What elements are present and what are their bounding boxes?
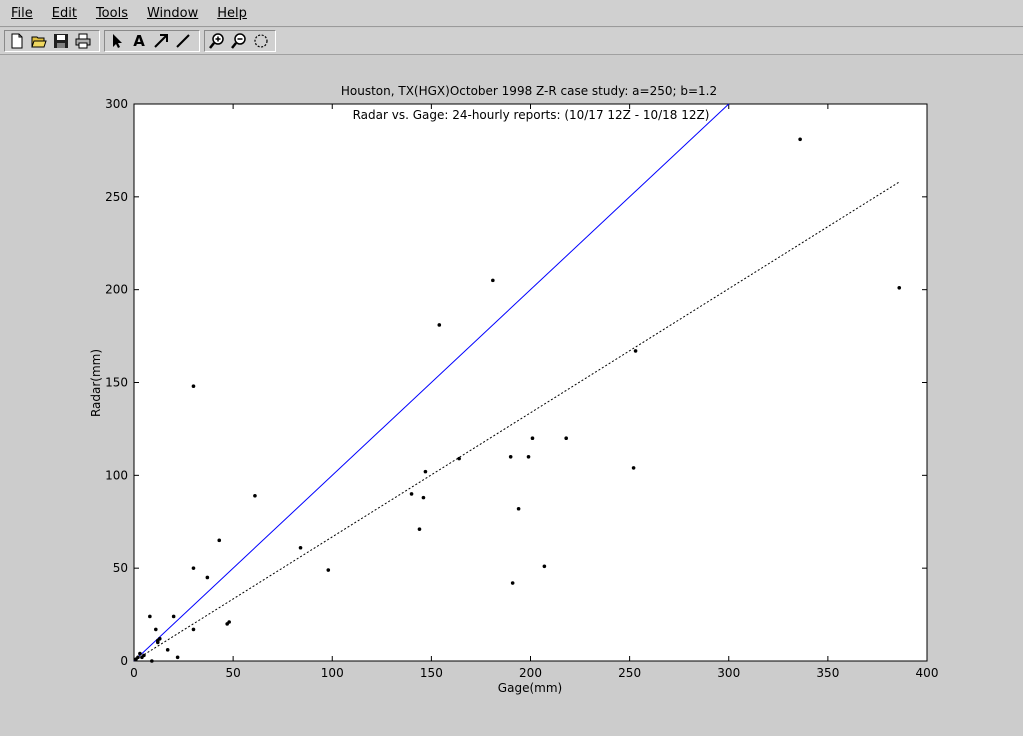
zoom-out-icon (231, 33, 246, 49)
y-tick-label: 0 (120, 654, 128, 668)
insert-text-button[interactable]: A (129, 31, 149, 51)
chart-subtitle: Radar vs. Gage: 24-hourly reports: (10/1… (353, 108, 710, 122)
data-point (457, 456, 461, 461)
data-point (409, 492, 414, 496)
menu-edit[interactable]: Edit (41, 6, 85, 21)
x-tick-label: 100 (321, 666, 344, 680)
annotation-tool-group: A (104, 30, 200, 52)
select-arrow-icon (113, 34, 122, 48)
rotate-icon (254, 34, 268, 48)
x-axis-label: Gage(mm) (498, 681, 562, 695)
rotate-button[interactable] (251, 31, 271, 51)
x-tick-label: 350 (816, 666, 839, 680)
data-point (633, 349, 638, 353)
data-point (298, 545, 303, 550)
open-file-icon (31, 36, 47, 48)
data-point (421, 495, 426, 500)
data-point (798, 137, 802, 142)
x-tick-label: 250 (618, 666, 641, 680)
data-point (423, 469, 428, 474)
data-point (191, 627, 196, 632)
data-point (154, 627, 158, 632)
new-file-button[interactable] (7, 31, 27, 51)
data-point (542, 564, 547, 569)
y-axis-label: Radar(mm) (89, 349, 103, 417)
x-tick-label: 0 (130, 666, 138, 680)
data-point (171, 614, 176, 619)
data-point (136, 655, 140, 660)
data-point (326, 568, 331, 572)
menu-window-label: Window (146, 5, 199, 21)
data-point (417, 527, 422, 531)
data-point (138, 651, 142, 656)
data-point (217, 538, 222, 543)
y-tick-label: 100 (105, 468, 128, 482)
insert-text-icon: A (133, 32, 145, 50)
new-file-icon (11, 33, 23, 49)
data-point (191, 384, 196, 389)
data-point (437, 323, 442, 327)
data-point (631, 466, 636, 470)
insert-arrow-button[interactable] (151, 31, 171, 51)
data-point (508, 454, 513, 459)
save-button[interactable] (51, 31, 71, 51)
data-point (564, 436, 568, 441)
data-point (253, 493, 257, 498)
select-button[interactable] (107, 31, 127, 51)
data-point (142, 653, 146, 658)
open-file-button[interactable] (29, 31, 49, 51)
data-point (530, 436, 535, 441)
y-tick-label: 250 (105, 190, 128, 204)
toolbar: A (0, 28, 1023, 55)
y-tick-label: 200 (105, 283, 128, 297)
menu-edit-label: Edit (51, 5, 77, 21)
menu-tools-label: Tools (95, 5, 128, 21)
data-point (165, 648, 170, 652)
file-tool-group (4, 30, 100, 52)
data-point (510, 581, 515, 585)
data-point (148, 614, 152, 619)
menu-bar: File Edit Tools Window Help (0, 0, 1023, 27)
insert-arrow-icon (154, 34, 168, 48)
x-tick-label: 150 (420, 666, 443, 680)
menu-help-label: Help (217, 5, 247, 21)
data-point (191, 566, 196, 570)
x-tick-label: 400 (916, 666, 939, 680)
chart-title: Houston, TX(HGX)October 1998 Z-R case st… (341, 84, 717, 98)
data-point (227, 620, 231, 624)
data-point (897, 286, 902, 290)
figure-canvas: Houston, TX(HGX)October 1998 Z-R case st… (89, 84, 939, 695)
data-point (157, 636, 162, 641)
menu-file[interactable]: File (0, 6, 41, 21)
view-tool-group (204, 30, 276, 52)
data-point (205, 575, 210, 580)
print-icon (75, 33, 91, 49)
menu-help[interactable]: Help (206, 6, 255, 21)
data-point (526, 454, 531, 459)
insert-line-button[interactable] (173, 31, 193, 51)
zoom-in-icon (209, 33, 224, 49)
menu-file-label: File (11, 5, 33, 21)
plot-area (133, 103, 928, 662)
y-tick-label: 150 (105, 376, 128, 390)
menu-window[interactable]: Window (136, 6, 206, 21)
data-point (175, 655, 180, 660)
data-point (516, 506, 521, 511)
x-tick-label: 300 (717, 666, 740, 680)
y-tick-label: 300 (105, 97, 128, 111)
insert-line-icon (176, 34, 190, 48)
data-point (491, 278, 495, 283)
y-tick-label: 50 (113, 561, 128, 575)
menu-tools[interactable]: Tools (85, 6, 136, 21)
x-tick-label: 200 (519, 666, 542, 680)
save-icon (54, 34, 68, 48)
x-tick-label: 50 (225, 666, 240, 680)
data-point (150, 659, 154, 663)
zoom-out-button[interactable] (229, 31, 249, 51)
print-button[interactable] (73, 31, 93, 51)
zoom-in-button[interactable] (207, 31, 227, 51)
